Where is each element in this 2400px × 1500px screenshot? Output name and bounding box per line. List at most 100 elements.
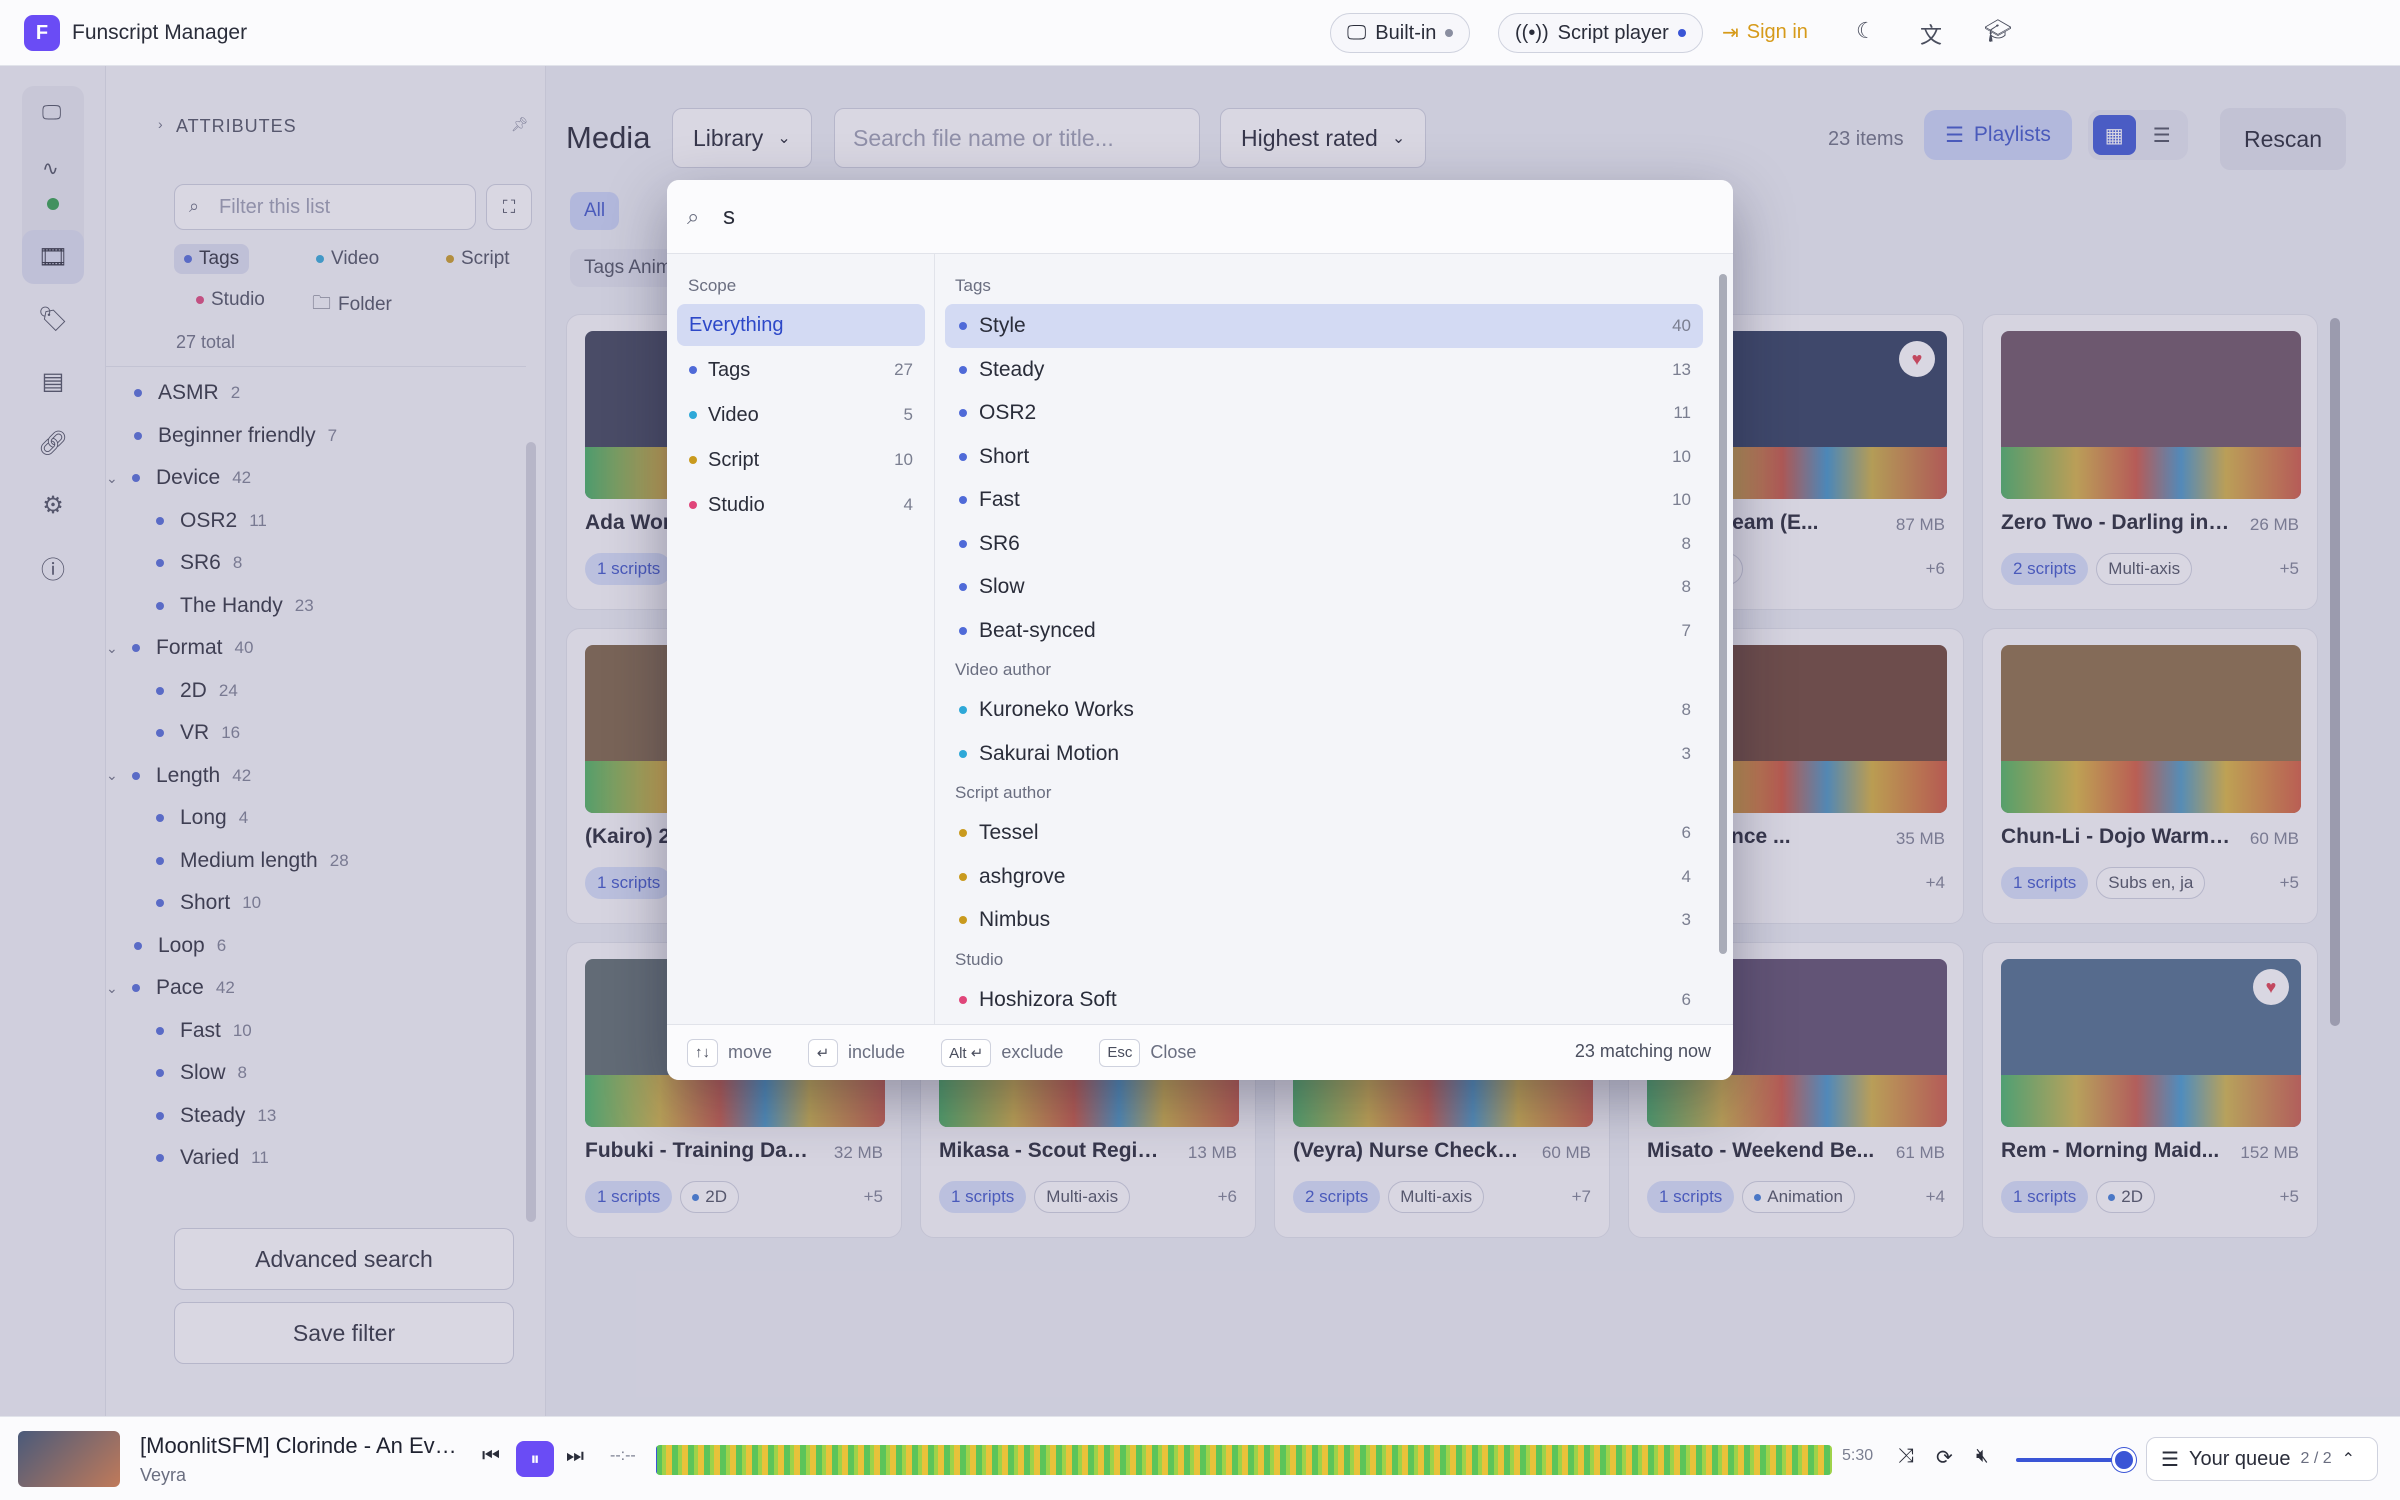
result-item[interactable]: Nimbus 3 xyxy=(945,898,1703,942)
result-label: Nimbus xyxy=(979,908,1051,931)
result-label: Style xyxy=(979,314,1026,337)
result-dot xyxy=(959,626,967,635)
script-player-button[interactable]: ((•)) Script player xyxy=(1498,13,1703,53)
result-dot xyxy=(959,409,967,417)
palette-search-input[interactable]: ⌕ s xyxy=(667,180,1733,254)
result-item[interactable]: Tessel 6 xyxy=(945,811,1703,855)
result-dot xyxy=(959,322,967,330)
result-count: 13 xyxy=(1672,359,1691,379)
scope-dot xyxy=(689,501,697,509)
scope-item[interactable]: Everything xyxy=(677,304,925,346)
mute-icon[interactable]: 🔇︎ xyxy=(1976,1445,1989,1468)
result-item[interactable]: Style 40 xyxy=(945,304,1703,348)
chevron-up-icon: ⌃ xyxy=(2341,1451,2356,1468)
result-dot xyxy=(959,583,967,591)
next-icon[interactable]: ⏭ xyxy=(566,1445,584,1468)
pause-icon: ⏸ xyxy=(530,1448,540,1469)
repeat-icon[interactable]: ⟳ xyxy=(1936,1445,1953,1470)
volume-slider[interactable] xyxy=(2016,1458,2124,1462)
result-item[interactable]: Slow 8 xyxy=(945,565,1703,609)
now-playing-thumbnail[interactable] xyxy=(18,1431,120,1487)
scope-list: Scope Everything Tags 27 Video 5 Script 10 Stud… xyxy=(667,254,935,1024)
script-player-label: Script player xyxy=(1557,21,1669,44)
result-label: SR6 xyxy=(979,531,1020,555)
app-logo: F xyxy=(24,15,60,51)
result-group-heading: Tags xyxy=(955,276,991,295)
previous-icon[interactable]: ⏮ xyxy=(482,1445,500,1468)
scope-item[interactable]: Script 10 xyxy=(677,439,925,481)
result-item[interactable]: Short 10 xyxy=(945,435,1703,479)
title-bar: F Funscript Manager 🖵 Built-in ((•)) Scr… xyxy=(0,0,2400,66)
result-dot xyxy=(959,496,967,504)
sign-in-link[interactable]: ⇥ Sign in xyxy=(1722,20,1808,45)
palette-query: s xyxy=(723,202,735,230)
result-item[interactable]: SR6 8 xyxy=(945,522,1703,566)
status-dot xyxy=(1445,29,1454,37)
scope-dot xyxy=(689,456,697,464)
result-group-heading: Script author xyxy=(955,783,1052,802)
queue-label: Your queue xyxy=(2188,1447,2291,1470)
scope-item[interactable]: Video 5 xyxy=(677,394,925,436)
shuffle-icon[interactable]: ⤨ xyxy=(1898,1445,1914,1468)
builtin-device-button[interactable]: 🖵 Built-in xyxy=(1330,13,1471,53)
result-count: 11 xyxy=(1673,403,1691,422)
result-label: Kuroneko Works xyxy=(979,698,1134,721)
result-label: Hoshizora Soft xyxy=(979,987,1117,1011)
move-hint: move xyxy=(728,1042,773,1062)
result-item[interactable]: Fast 10 xyxy=(945,478,1703,522)
translate-icon[interactable]: 文 xyxy=(1920,18,1942,50)
result-dot xyxy=(959,916,967,924)
result-count: 3 xyxy=(1681,910,1691,929)
result-count: 10 xyxy=(1672,446,1691,466)
result-item[interactable]: ashgrove 4 xyxy=(945,855,1703,899)
result-dot xyxy=(959,539,967,548)
scope-count: 27 xyxy=(894,360,913,379)
pause-button[interactable]: ⏸ xyxy=(516,1441,554,1477)
queue-icon: ☰ xyxy=(2161,1448,2179,1471)
scope-dot xyxy=(689,411,697,419)
result-item[interactable]: Sakurai Motion 3 xyxy=(945,732,1703,776)
palette-scrollbar[interactable] xyxy=(1719,274,1727,954)
result-count: 40 xyxy=(1672,316,1691,335)
result-item[interactable]: Beat-synced 7 xyxy=(945,609,1703,653)
result-item[interactable]: Hoshizora Soft 6 xyxy=(945,978,1703,1022)
player-bar: [MoonlitSFM] Clorinde - An Eve... Veyra … xyxy=(0,1416,2400,1500)
volume-thumb[interactable] xyxy=(2112,1448,2136,1472)
graduation-cap-icon[interactable]: 🎓︎ xyxy=(1984,18,2012,44)
scope-item[interactable]: Studio 4 xyxy=(677,484,925,526)
scope-item[interactable]: Tags 27 xyxy=(677,349,925,391)
moon-icon[interactable]: ☾ xyxy=(1856,18,1876,44)
sign-in-icon: ⇥ xyxy=(1722,22,1739,44)
result-group-heading: Video author xyxy=(955,660,1052,679)
scope-label: Script xyxy=(708,448,760,471)
sign-in-label: Sign in xyxy=(1746,21,1808,43)
move-key: ↑↓ xyxy=(687,1038,718,1067)
result-item[interactable]: Kuroneko Works 8 xyxy=(945,688,1703,732)
result-dot xyxy=(959,829,967,837)
duration: 5:30 xyxy=(1842,1447,1874,1464)
broadcast-icon: ((•)) xyxy=(1515,21,1549,44)
scope-label: Everything xyxy=(689,313,784,336)
result-count: 10 xyxy=(1672,490,1691,509)
result-count: 3 xyxy=(1681,743,1691,763)
now-playing-title: [MoonlitSFM] Clorinde - An Eve... xyxy=(140,1433,460,1458)
result-count: 8 xyxy=(1681,577,1691,596)
close-key: Esc xyxy=(1099,1038,1141,1067)
result-dot xyxy=(959,872,967,881)
palette-footer: ↑↓ move ↵ include Alt ↵ exclude Esc Clos… xyxy=(667,1024,1733,1080)
result-item[interactable]: Steady 13 xyxy=(945,348,1703,392)
funscript-heatmap-seekbar[interactable] xyxy=(656,1445,1832,1475)
result-count: 7 xyxy=(1681,620,1691,640)
result-label: Slow xyxy=(979,575,1025,598)
close-hint: Close xyxy=(1150,1042,1197,1062)
scope-heading: Scope xyxy=(688,276,737,295)
queue-button[interactable]: ☰ Your queue 2 / 2 ⌃ xyxy=(2146,1437,2378,1481)
result-item[interactable]: OSR2 11 xyxy=(945,391,1703,435)
result-label: Sakurai Motion xyxy=(979,741,1120,765)
result-group-heading: Studio xyxy=(955,949,1004,969)
result-count: 6 xyxy=(1681,823,1691,842)
matching-count: 23 matching now xyxy=(1574,1041,1711,1061)
result-dot xyxy=(959,706,967,714)
elapsed-time: --:-- xyxy=(610,1447,636,1464)
playhead xyxy=(656,1445,657,1475)
